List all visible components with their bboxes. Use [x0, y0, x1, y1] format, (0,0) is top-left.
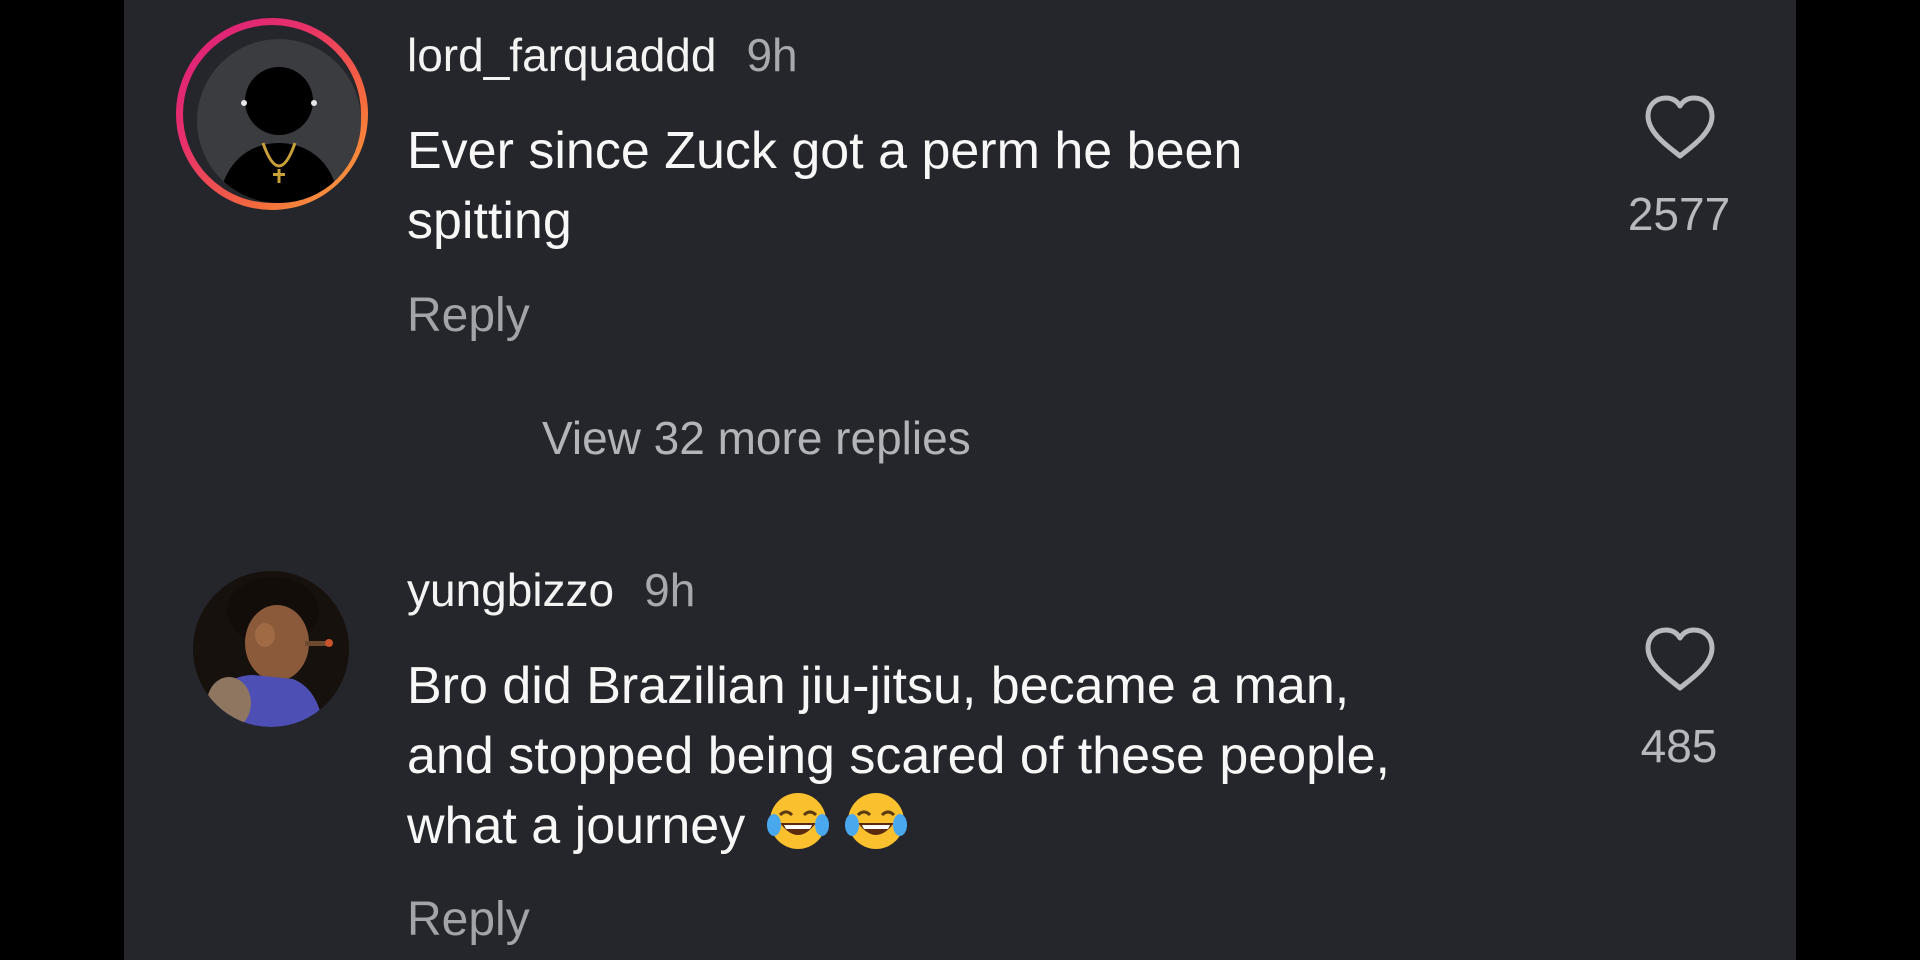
comment-timestamp: 9h — [746, 29, 798, 81]
comment-text-line: Ever since Zuck got a perm he been — [407, 122, 1243, 180]
comment-timestamp: 9h — [644, 564, 696, 616]
story-ring[interactable] — [176, 18, 368, 210]
comment-text-line: Bro did Brazilian jiu-jitsu, became a ma… — [407, 657, 1350, 715]
photo-avatar-icon — [193, 571, 349, 727]
comments-screen: lord_farquaddd 9h Ever since Zuck got a p… — [124, 0, 1796, 960]
comment-text-line: spitting — [407, 192, 572, 250]
comment-text-line: and stopped being scared of these people… — [407, 727, 1390, 785]
comment-username[interactable]: yungbizzo 9h — [407, 562, 695, 618]
silhouette-avatar-icon — [219, 67, 339, 203]
username-text[interactable]: yungbizzo — [407, 564, 614, 616]
comment-text-segment: what a journey — [407, 797, 746, 855]
heart-icon[interactable] — [1642, 626, 1718, 692]
avatar[interactable] — [197, 39, 361, 203]
like-count: 2577 — [1627, 188, 1731, 240]
laughing-emoji-icon — [844, 793, 912, 855]
view-more-replies-link[interactable]: View 32 more replies — [542, 410, 971, 466]
heart-icon[interactable] — [1642, 94, 1718, 160]
avatar-ring-gap — [183, 25, 361, 203]
like-count: 485 — [1640, 720, 1718, 772]
reply-button[interactable]: Reply — [407, 892, 530, 948]
comment-text: Ever since Zuck got a perm he been spitt… — [407, 116, 1557, 256]
username-text[interactable]: lord_farquaddd — [407, 29, 716, 81]
laughing-emoji-icon — [766, 793, 848, 855]
avatar[interactable] — [193, 571, 349, 727]
comment-text-line-with-emoji: what a journey — [407, 791, 1557, 861]
comment-text: Bro did Brazilian jiu-jitsu, became a ma… — [407, 651, 1557, 861]
comment-username[interactable]: lord_farquaddd 9h — [407, 27, 798, 83]
reply-button[interactable]: Reply — [407, 288, 530, 344]
